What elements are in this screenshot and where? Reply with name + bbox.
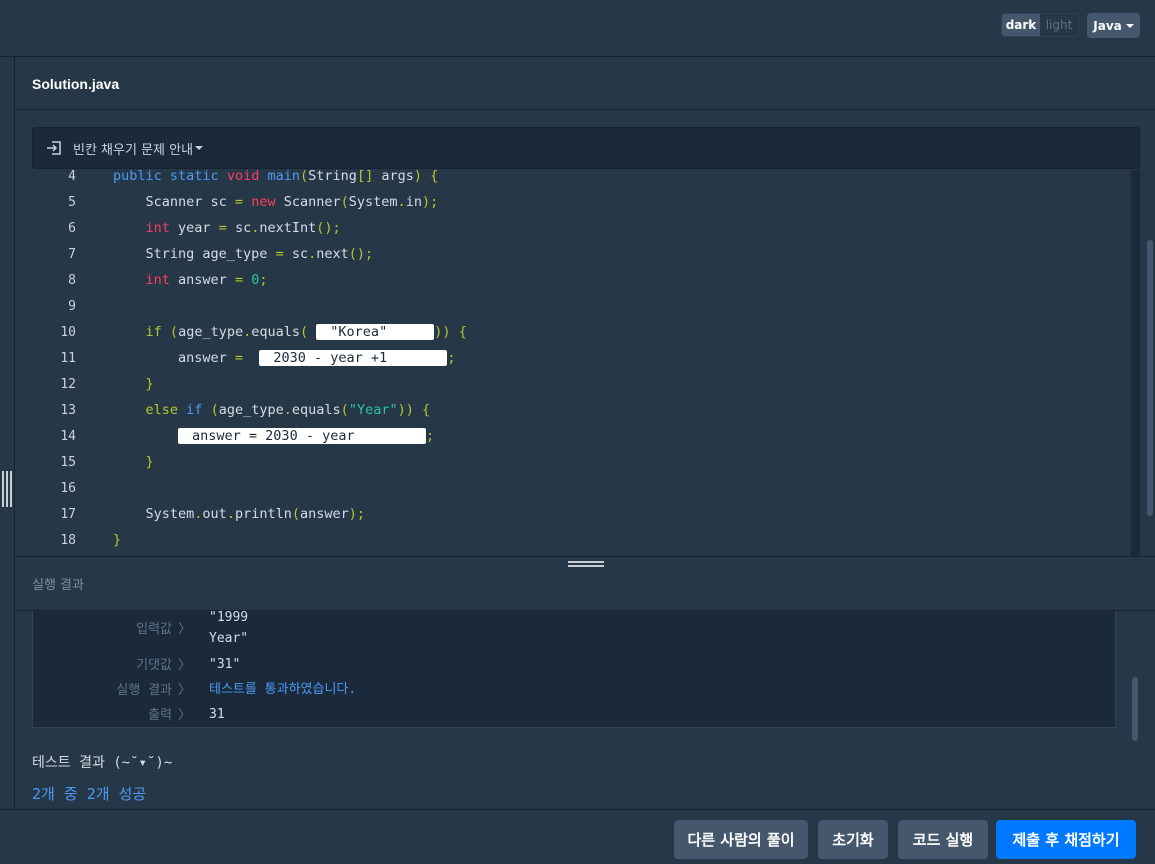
code-text: answer = 2030 - year +1; <box>113 350 456 366</box>
code-line: 15 } <box>32 449 1132 475</box>
code-text: Scanner sc = new Scanner(System.in); <box>113 194 439 210</box>
code-line: 17 System.out.println(answer); <box>32 501 1132 527</box>
line-number: 7 <box>68 246 76 262</box>
code-text: else if (age_type.equals("Year")) { <box>145 402 431 418</box>
line-number: 9 <box>68 298 76 314</box>
blank-input-2[interactable]: 2030 - year +1 <box>259 350 448 366</box>
line-number: 15 <box>60 454 76 470</box>
result-key: 기댓값 <box>136 658 172 673</box>
result-key: 출력 <box>148 708 172 723</box>
code-line: 7 String age_type = sc.next(); <box>32 241 1132 267</box>
code-line: 14 answer = 2030 - year; <box>32 423 1132 449</box>
test-summary: 테스트 결과 (~˘▾˘)~ <box>32 755 173 771</box>
code-line: 10 if (age_type.equals( "Korea")) { <box>32 319 1132 345</box>
code-line: 11 answer = 2030 - year +1; <box>32 345 1132 371</box>
code-text: public static void main(String[] args) { <box>113 168 439 184</box>
code-text: } <box>145 454 154 470</box>
line-number: 11 <box>60 350 76 366</box>
result-row-expected: 기댓값 〉 "31" <box>33 654 1117 675</box>
file-tab-bar: Solution.java <box>16 57 1155 110</box>
test-case-result: 입력값 〉 "1999 Year" 기댓값 〉 "31" 실행 결과 〉 테스트… <box>32 610 1117 728</box>
result-panel: 입력값 〉 "1999 Year" 기댓값 〉 "31" 실행 결과 〉 테스트… <box>16 610 1155 809</box>
language-select[interactable]: Java <box>1087 13 1140 38</box>
enter-arrow-icon <box>47 141 61 155</box>
result-row-run: 실행 결과 〉 테스트를 통과하였습니다. <box>33 679 1117 700</box>
result-scrollbar[interactable] <box>1132 677 1138 741</box>
code-line: 5 Scanner sc = new Scanner(System.in); <box>32 189 1132 215</box>
other-solutions-button[interactable]: 다른 사람의 풀이 <box>674 820 808 859</box>
split-resize-handle-icon[interactable] <box>568 561 604 570</box>
code-text: if (age_type.equals( "Korea")) { <box>145 324 467 340</box>
code-line: 8 int answer = 0; <box>32 267 1132 293</box>
blank-input-3[interactable]: answer = 2030 - year <box>178 428 427 444</box>
result-row-output: 출력 〉 31 <box>33 704 1117 725</box>
result-row-input: 입력값 〉 "1999 Year" <box>33 610 1117 649</box>
chevron-down-icon <box>195 146 204 150</box>
result-value: "31" <box>209 657 241 672</box>
line-number: 16 <box>60 480 76 496</box>
editor-scroll-track[interactable] <box>1131 170 1140 556</box>
resize-handle-icon[interactable] <box>2 471 12 507</box>
code-line: 6 int year = sc.nextInt(); <box>32 215 1132 241</box>
guide-label: 빈칸 채우기 문제 안내 <box>73 142 194 158</box>
result-key: 입력값 <box>136 622 172 637</box>
line-number: 6 <box>68 220 76 236</box>
reset-button[interactable]: 초기화 <box>818 820 888 859</box>
code-text: } <box>145 376 154 392</box>
code-text: int year = sc.nextInt(); <box>145 220 341 236</box>
line-number: 12 <box>60 376 76 392</box>
theme-dark-option[interactable]: dark <box>1002 14 1040 36</box>
code-line: 12 } <box>32 371 1132 397</box>
result-title: 실행 결과 <box>32 578 84 593</box>
code-editor: 빈칸 채우기 문제 안내 4 public static void main(S… <box>16 110 1155 556</box>
language-select-label: Java <box>1093 18 1122 33</box>
test-count: 2개 중 2개 성공 <box>32 785 147 803</box>
code-lines[interactable]: 4 public static void main(String[] args)… <box>32 168 1132 556</box>
line-number: 17 <box>60 506 76 522</box>
blank-input-1[interactable]: "Korea" <box>316 324 435 340</box>
code-line: 4 public static void main(String[] args)… <box>32 163 1132 189</box>
arrow-right-icon: 〉 <box>178 658 192 673</box>
code-line: 13 else if (age_type.equals("Year")) { <box>32 397 1132 423</box>
action-bar: 다른 사람의 풀이 초기화 코드 실행 제출 후 채점하기 <box>0 809 1155 864</box>
arrow-right-icon: 〉 <box>178 683 192 698</box>
code-text: int answer = 0; <box>145 272 268 288</box>
line-number: 5 <box>68 194 76 210</box>
result-value: "1999 Year" <box>209 610 249 646</box>
arrow-right-icon: 〉 <box>178 622 192 637</box>
code-text: String age_type = sc.next(); <box>113 246 374 262</box>
theme-light-option[interactable]: light <box>1040 14 1078 36</box>
file-name: Solution.java <box>32 76 120 92</box>
code-text: } <box>113 532 122 548</box>
line-number: 4 <box>68 168 76 184</box>
run-code-button[interactable]: 코드 실행 <box>898 820 988 859</box>
result-value: 31 <box>209 707 225 722</box>
editor-scrollbar[interactable] <box>1147 240 1153 516</box>
code-text: System.out.println(answer); <box>113 506 366 522</box>
line-number: 13 <box>60 402 76 418</box>
code-line: 9 <box>32 293 1132 319</box>
submit-button[interactable]: 제출 후 채점하기 <box>996 820 1136 859</box>
arrow-right-icon: 〉 <box>178 708 192 723</box>
theme-toggle[interactable]: dark light <box>1001 13 1079 37</box>
code-line: 18 } <box>32 527 1132 553</box>
result-key: 실행 결과 <box>116 683 172 698</box>
code-text: answer = 2030 - year; <box>113 428 434 444</box>
line-number: 18 <box>60 532 76 548</box>
chevron-down-icon <box>1125 23 1134 28</box>
line-number: 14 <box>60 428 76 444</box>
line-number: 8 <box>68 272 76 288</box>
line-number: 10 <box>60 324 76 340</box>
result-pass-message: 테스트를 통과하였습니다. <box>209 682 357 697</box>
code-line: 16 <box>32 475 1132 501</box>
left-panel-rail <box>0 57 15 809</box>
top-bar: dark light Java <box>0 0 1155 57</box>
